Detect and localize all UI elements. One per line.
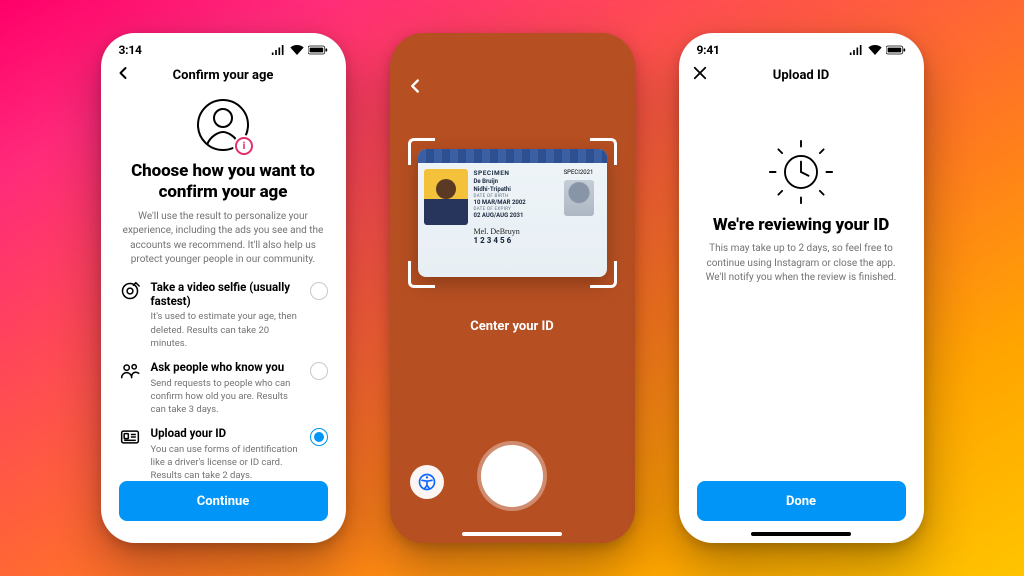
option-title: Ask people who know you [151,360,306,374]
gradient-stage: 3:14 Confirm your age i Choose how you w… [0,0,1024,576]
phone-confirm-age: 3:14 Confirm your age i Choose how you w… [101,33,346,543]
capture-frame [408,138,617,288]
header-title: Upload ID [773,68,829,83]
options-list: Take a video selfie (usually fastest) It… [119,280,328,483]
continue-button[interactable]: Continue [119,481,328,521]
status-bar: 9:41 [679,33,924,57]
option-desc: It's used to estimate your age, then del… [151,310,306,350]
option-title: Take a video selfie (usually fastest) [151,280,306,309]
close-icon[interactable] [691,64,709,86]
status-icons [849,45,906,55]
header: Confirm your age [101,57,346,93]
header: Upload ID [679,57,924,93]
radio-checked[interactable] [310,428,328,446]
capture-instruction: Center your ID [390,319,635,334]
phone-camera-id: 9:41 SPECIMEN De Bruijn Nidhi-Tripathi D… [390,33,635,543]
status-time: 3:14 [119,43,142,57]
phone-reviewing: 9:41 Upload ID [679,33,924,543]
info-badge-icon: i [235,137,253,155]
profile-illustration: i [119,97,328,153]
screen-subtitle: This may take up to 2 days, so feel free… [699,242,904,286]
camera-check-icon [119,280,141,301]
option-ask-people[interactable]: Ask people who know you Send requests to… [119,360,328,416]
people-icon [119,360,141,381]
accessibility-button[interactable] [410,465,444,499]
home-indicator [751,532,851,536]
option-desc: Send requests to people who can confirm … [151,377,306,417]
id-card-icon [119,426,141,447]
option-desc: You can use forms of identification like… [151,443,306,483]
screen-title: We're reviewing your ID [701,215,902,236]
option-title: Upload your ID [151,426,306,440]
option-video-selfie[interactable]: Take a video selfie (usually fastest) It… [119,280,328,351]
header-title: Confirm your age [173,68,274,83]
back-icon[interactable] [404,75,426,101]
clock-illustration [679,139,924,205]
status-time: 9:41 [697,43,720,57]
radio-unchecked[interactable] [310,362,328,380]
radio-unchecked[interactable] [310,282,328,300]
status-icons [271,45,328,55]
shutter-button[interactable] [481,445,543,507]
home-indicator [462,532,562,536]
option-upload-id[interactable]: Upload your ID You can use forms of iden… [119,426,328,482]
screen-subtitle: We'll use the result to personalize your… [121,210,326,268]
back-icon[interactable] [113,63,133,87]
screen-title: Choose how you want to confirm your age [123,161,324,204]
done-button[interactable]: Done [697,481,906,521]
status-bar: 3:14 [101,33,346,57]
